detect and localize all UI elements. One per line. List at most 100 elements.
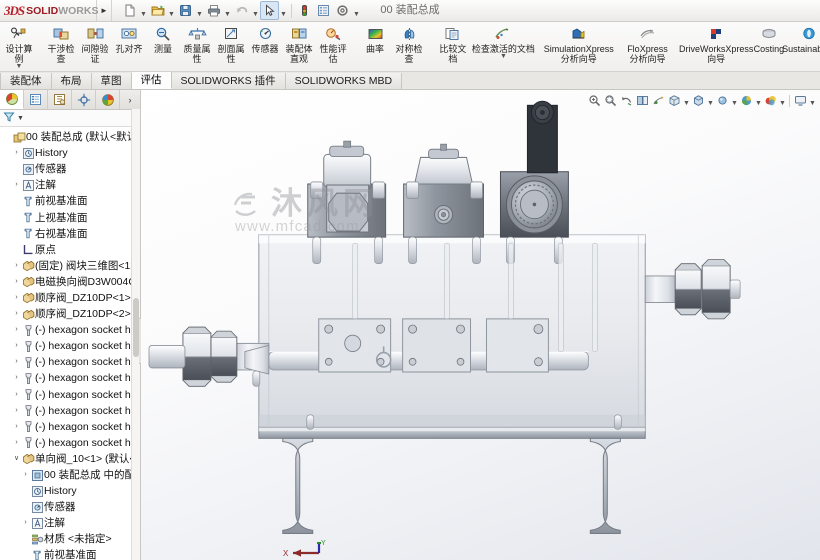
filter-dropdown-caret[interactable]: ▼ [17, 115, 24, 122]
tree-expander-icon[interactable]: › [12, 370, 21, 386]
floxpress-button[interactable]: FloXpress 分析向导 [614, 22, 680, 71]
tree-expander-icon[interactable]: › [21, 515, 30, 531]
tree-expander-icon[interactable]: › [12, 258, 21, 274]
display-manager-tab[interactable] [96, 90, 120, 109]
section-properties-button[interactable]: 剖面属性 [214, 22, 248, 71]
rebuild-button[interactable] [295, 1, 314, 20]
property-manager-tab[interactable] [24, 90, 48, 109]
tree-expander-icon[interactable]: › [12, 419, 21, 435]
undo-button[interactable] [232, 1, 251, 20]
zoom-to-area-button[interactable] [603, 93, 618, 108]
configuration-manager-tab[interactable] [48, 90, 72, 109]
tree-expander-icon[interactable]: › [12, 306, 21, 322]
print-document-dropdown[interactable]: ▼ [223, 1, 232, 21]
check-active-doc-caret[interactable]: ▼ [500, 53, 507, 60]
dimxpert-manager-tab[interactable] [72, 90, 96, 109]
hide-show-items-caret[interactable]: ▼ [707, 92, 714, 109]
interference-detection-button[interactable]: 干涉检查 [44, 22, 78, 71]
measure-button[interactable]: 测量 [146, 22, 180, 71]
feature-tree[interactable]: 00 装配总成 (默认<默认_显示∧›History传感器›注解前视基准面上视基… [0, 127, 140, 560]
tree-node[interactable]: › (-) hexagon socket head [1, 354, 140, 370]
filter-icon[interactable] [3, 111, 15, 126]
performance-evaluation-button[interactable]: 性能评估 [316, 22, 350, 71]
tab-sketch[interactable]: 草图 [91, 73, 132, 89]
tree-node[interactable]: 材质 <未指定> [1, 531, 140, 547]
edit-appearance-caret[interactable]: ▼ [731, 92, 738, 109]
apply-scene-button[interactable] [739, 93, 754, 108]
tree-node[interactable]: 传感器 [1, 161, 140, 177]
tree-node[interactable]: ∨ 单向阀_10<1> (默认<<默 [1, 451, 140, 467]
zoom-to-fit-button[interactable] [587, 93, 602, 108]
tab-evaluate[interactable]: 评估 [131, 72, 172, 89]
tree-node[interactable]: History [1, 483, 140, 499]
tree-node[interactable]: 前视基准面 [1, 193, 140, 209]
select-tool-button[interactable] [260, 1, 279, 20]
open-document-dropdown[interactable]: ▼ [167, 1, 176, 21]
tab-solidworks-mbd[interactable]: SOLIDWORKS MBD [285, 73, 403, 89]
clearance-verification-button[interactable]: 间隙验证 [78, 22, 112, 71]
viewport-button[interactable] [793, 93, 808, 108]
tree-expander-icon[interactable]: › [12, 145, 21, 161]
menu-expand-arrow[interactable]: ► [97, 0, 112, 21]
model-3d-view[interactable] [141, 90, 820, 560]
graphics-area[interactable]: ▼ ▼ ▼ ▼ ▼ ▼ 沐风网 www.mfcad.com X Y [141, 90, 820, 560]
tree-node[interactable]: › (-) hexagon socket head [1, 387, 140, 403]
tree-node[interactable]: › 电磁换向阀D3W004CNJW [1, 274, 140, 290]
driveworksxpress-button[interactable]: DriveWorksXpress 向导 [679, 22, 753, 71]
select-tool-dropdown[interactable]: ▼ [279, 1, 288, 21]
view-settings-button[interactable] [763, 93, 778, 108]
tree-expander-icon[interactable]: › [21, 467, 30, 483]
viewport-caret[interactable]: ▼ [809, 92, 816, 109]
compare-documents-button[interactable]: 比较文档 [434, 22, 472, 71]
tab-layout[interactable]: 布局 [51, 73, 92, 89]
costing-button[interactable]: Costing [752, 22, 786, 71]
new-document-button[interactable] [120, 1, 139, 20]
design-study-caret[interactable]: ▼ [16, 63, 23, 70]
mass-properties-button[interactable]: 质量属性 [180, 22, 214, 71]
sensor-button[interactable]: 传感器 [248, 22, 282, 71]
view-orientation-button[interactable] [651, 93, 666, 108]
tree-node[interactable]: 前视基准面 [1, 547, 140, 560]
tree-node[interactable]: › (-) hexagon socket head [1, 419, 140, 435]
tree-node[interactable]: › 顺序阀_DZ10DP<2> (默认 [1, 306, 140, 322]
tree-expander-icon[interactable]: › [12, 435, 21, 451]
tree-node[interactable]: › (固定) 阀块三维图<1> (默认 [1, 258, 140, 274]
assembly-visualization-button[interactable]: 装配体直观 [282, 22, 316, 71]
options-gear-button[interactable] [333, 1, 352, 20]
tree-expander-icon[interactable]: › [12, 322, 21, 338]
tree-node[interactable]: › (-) hexagon socket head [1, 370, 140, 386]
open-document-button[interactable] [148, 1, 167, 20]
sustainability-button[interactable]: Sustainability [782, 22, 820, 71]
tree-node[interactable]: › 注解 [1, 177, 140, 193]
section-view-button[interactable] [635, 93, 650, 108]
tree-expander-icon[interactable]: › [12, 387, 21, 403]
options-gear-dropdown[interactable]: ▼ [352, 1, 361, 21]
check-active-document-button[interactable]: 检查激活的文档 ▼ [472, 22, 535, 71]
undo-dropdown[interactable]: ▼ [251, 1, 260, 21]
tree-expander-icon[interactable]: › [12, 274, 21, 290]
tree-node[interactable]: › 00 装配总成 中的配合 [1, 467, 140, 483]
hide-show-items-button[interactable] [691, 93, 706, 108]
tree-expander-icon[interactable]: ∨ [12, 451, 21, 467]
apply-scene-caret[interactable]: ▼ [755, 92, 762, 109]
display-style-caret[interactable]: ▼ [683, 92, 690, 109]
tree-expander-icon[interactable]: › [12, 338, 21, 354]
tree-node[interactable]: › (-) hexagon socket head [1, 338, 140, 354]
tree-expander-icon[interactable]: › [12, 290, 21, 306]
tree-expander-icon[interactable]: › [12, 403, 21, 419]
tab-solidworks-addins[interactable]: SOLIDWORKS 插件 [171, 73, 286, 89]
manager-tab-more-button[interactable]: › [120, 90, 140, 109]
hole-alignment-button[interactable]: 孔对齐 [112, 22, 146, 71]
feature-manager-tab[interactable] [0, 90, 24, 109]
save-document-dropdown[interactable]: ▼ [195, 1, 204, 21]
tree-node[interactable]: › (-) hexagon socket head [1, 435, 140, 451]
tree-node[interactable]: › 注解 [1, 515, 140, 531]
tree-node[interactable]: 上视基准面 [1, 209, 140, 225]
edit-appearance-button[interactable] [715, 93, 730, 108]
tree-node[interactable]: › (-) hexagon socket head [1, 322, 140, 338]
tab-assembly[interactable]: 装配体 [0, 73, 52, 89]
tree-node[interactable]: 右视基准面 [1, 226, 140, 242]
tree-expander-icon[interactable]: › [12, 354, 21, 370]
new-document-dropdown[interactable]: ▼ [139, 1, 148, 21]
tree-node[interactable]: 原点 [1, 242, 140, 258]
